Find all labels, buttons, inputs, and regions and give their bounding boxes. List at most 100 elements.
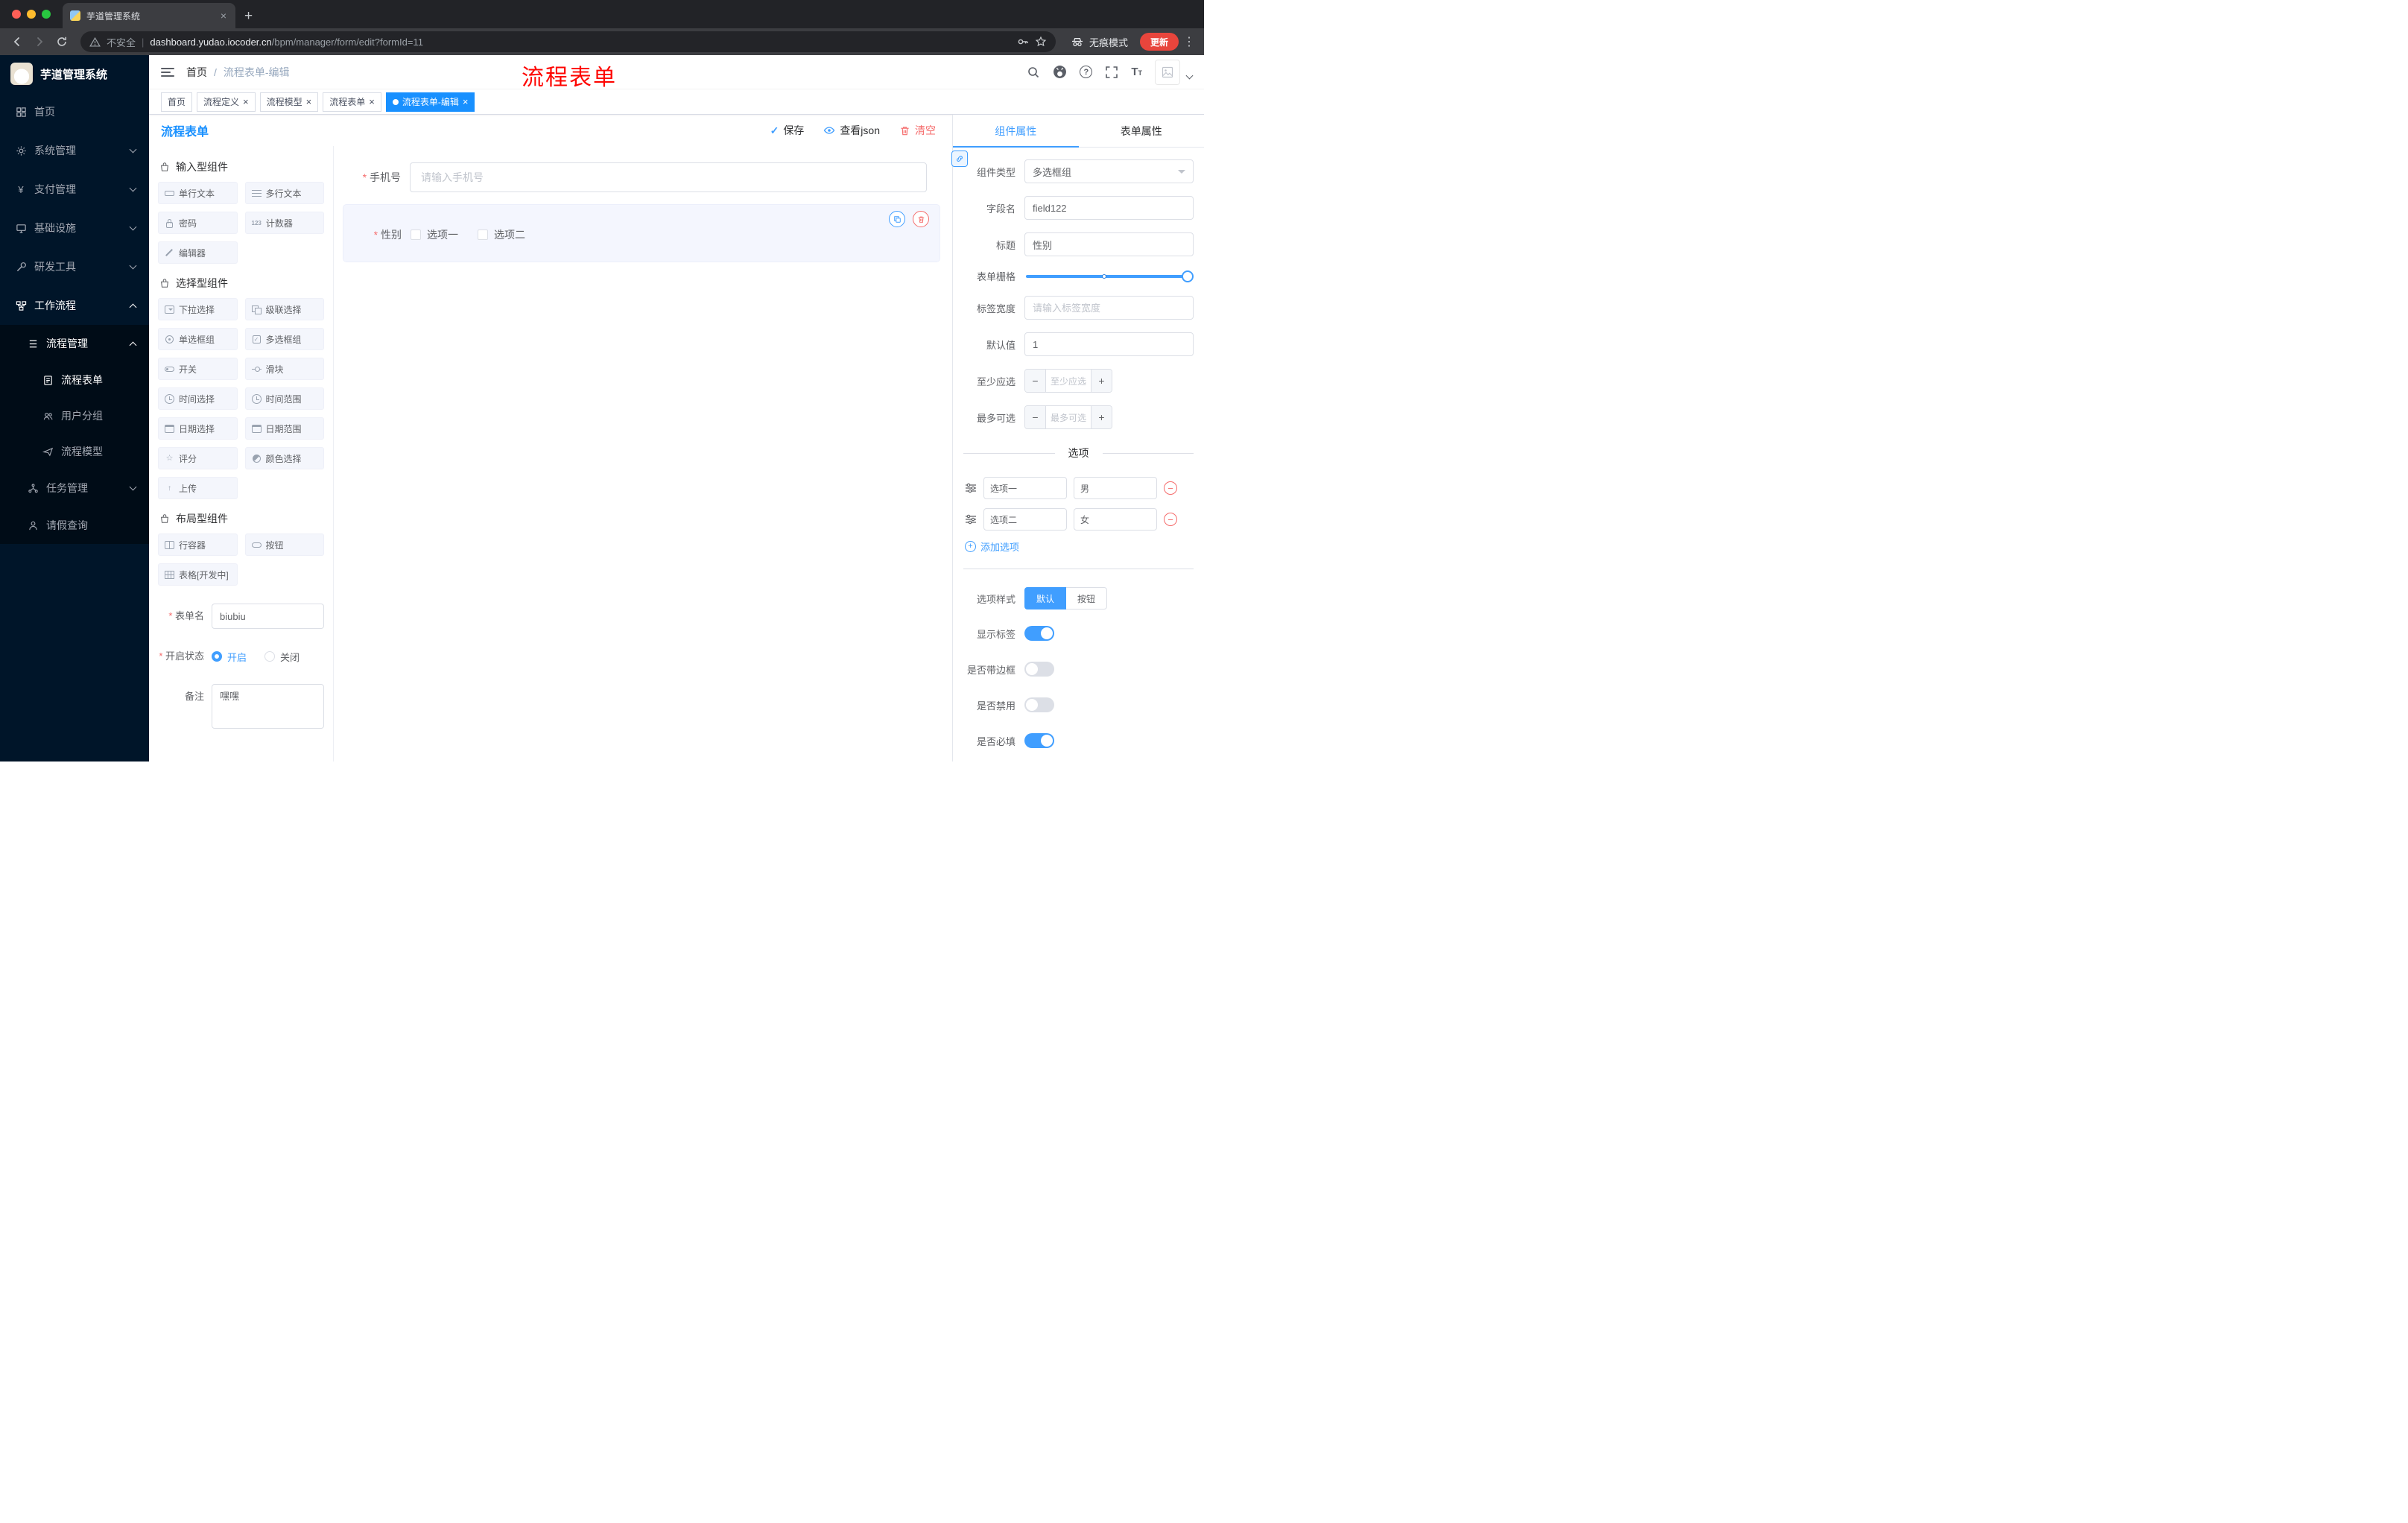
tag-close-icon[interactable]: × (463, 97, 469, 107)
default-value-input[interactable] (1024, 332, 1194, 356)
browser-tab[interactable]: 芋道管理系统 × (63, 3, 235, 28)
tag-close-icon[interactable]: × (306, 97, 312, 107)
field-name-input[interactable] (1024, 196, 1194, 220)
sidebar-item-task-mgmt[interactable]: 任务管理 (0, 469, 149, 507)
component-radio-group[interactable]: 单选框组 (158, 328, 238, 350)
gender-option-1-checkbox[interactable]: 选项一 (411, 227, 458, 242)
tab-close-icon[interactable]: × (219, 10, 228, 22)
browser-menu-icon[interactable]: ⋮ (1182, 34, 1197, 49)
decrease-button[interactable]: − (1025, 370, 1046, 392)
sidebar-item-workflow[interactable]: 工作流程 (0, 286, 149, 325)
option-value-input[interactable] (1074, 508, 1157, 531)
delete-field-button[interactable] (913, 211, 929, 227)
border-switch[interactable] (1024, 662, 1054, 677)
tag-process-form-edit[interactable]: 流程表单-编辑 × (385, 92, 475, 112)
min-select-value[interactable]: 至少应选 (1046, 370, 1091, 392)
option-label-input[interactable] (983, 508, 1067, 531)
component-single-line-text[interactable]: 单行文本 (158, 182, 238, 204)
slider-handle[interactable] (1182, 270, 1194, 282)
tag-close-icon[interactable]: × (243, 97, 249, 107)
component-upload[interactable]: ↑ 上传 (158, 477, 238, 499)
status-off-radio[interactable]: 关闭 (264, 650, 300, 664)
tab-component-props[interactable]: 组件属性 (953, 115, 1079, 148)
tag-process-form[interactable]: 流程表单 × (323, 92, 381, 112)
drag-handle-icon[interactable] (965, 514, 977, 525)
component-slider[interactable]: 滑块 (244, 358, 324, 380)
required-switch[interactable] (1024, 733, 1054, 748)
save-button[interactable]: ✓ 保存 (770, 123, 805, 138)
style-button-button[interactable]: 按钮 (1065, 587, 1108, 609)
bookmark-star-icon[interactable] (1035, 36, 1047, 48)
avatar[interactable] (1155, 59, 1180, 85)
option-label-input[interactable] (983, 477, 1067, 499)
component-row-container[interactable]: 行容器 (158, 533, 238, 556)
sidebar-item-payment[interactable]: ¥ 支付管理 (0, 170, 149, 209)
component-button[interactable]: 按钮 (244, 533, 324, 556)
add-option-button[interactable]: + 添加选项 (965, 539, 1194, 554)
font-size-icon[interactable]: TT (1131, 66, 1142, 78)
component-select[interactable]: 下拉选择 (158, 298, 238, 320)
link-icon[interactable] (951, 151, 968, 167)
close-window-button[interactable] (12, 10, 21, 19)
sidebar-item-system[interactable]: 系统管理 (0, 131, 149, 170)
app-logo-row[interactable]: 芋道管理系统 (0, 55, 149, 92)
label-width-input[interactable] (1024, 296, 1194, 320)
component-switch[interactable]: 开关 (158, 358, 238, 380)
view-json-button[interactable]: 查看json (823, 123, 880, 138)
component-time-range[interactable]: 时间范围 (244, 387, 324, 410)
component-password[interactable]: 密码 (158, 212, 238, 234)
address-bar[interactable]: 不安全 | dashboard.yudao.iocoder.cn/bpm/man… (80, 31, 1056, 52)
password-key-icon[interactable] (1017, 36, 1029, 48)
tag-process-model[interactable]: 流程模型 × (259, 92, 319, 112)
component-time-picker[interactable]: 时间选择 (158, 387, 238, 410)
clear-button[interactable]: 清空 (899, 123, 936, 138)
copy-field-button[interactable] (889, 211, 905, 227)
reload-button[interactable] (52, 32, 72, 51)
disabled-switch[interactable] (1024, 697, 1054, 712)
grid-slider[interactable] (1026, 270, 1194, 282)
fullscreen-icon[interactable] (1105, 66, 1118, 79)
gender-option-2-checkbox[interactable]: 选项二 (478, 227, 525, 242)
tag-close-icon[interactable]: × (369, 97, 375, 107)
style-default-button[interactable]: 默认 (1024, 587, 1067, 609)
form-name-input[interactable] (212, 604, 324, 629)
option-value-input[interactable] (1074, 477, 1157, 499)
breadcrumb-home[interactable]: 首页 (186, 65, 207, 80)
sidebar-item-user-group[interactable]: 用户分组 (0, 398, 149, 434)
sidebar-item-home[interactable]: 首页 (0, 92, 149, 131)
sidebar-item-leave-query[interactable]: 请假查询 (0, 507, 149, 544)
new-tab-button[interactable]: + (244, 9, 253, 23)
component-checkbox-group[interactable]: 多选框组 (244, 328, 324, 350)
component-type-select[interactable]: 多选框组 (1024, 159, 1194, 183)
form-remark-textarea[interactable]: 嘿嘿 (212, 684, 324, 729)
component-multi-line-text[interactable]: 多行文本 (244, 182, 324, 204)
field-gender-selected[interactable]: 性别 选项一 选项二 (343, 204, 940, 262)
browser-update-button[interactable]: 更新 (1139, 33, 1179, 51)
component-table[interactable]: 表格[开发中] (158, 563, 238, 586)
status-on-radio[interactable]: 开启 (212, 650, 247, 664)
sidebar-item-process-model[interactable]: 流程模型 (0, 434, 149, 469)
component-date-picker[interactable]: 日期选择 (158, 417, 238, 440)
show-label-switch[interactable] (1024, 626, 1054, 641)
search-icon[interactable] (1027, 66, 1040, 79)
forward-button[interactable] (30, 32, 49, 51)
component-counter[interactable]: 123 计数器 (244, 212, 324, 234)
title-input[interactable] (1024, 232, 1194, 256)
tag-process-definition[interactable]: 流程定义 × (197, 92, 256, 112)
help-icon[interactable]: ? (1080, 66, 1093, 78)
github-icon[interactable] (1053, 65, 1067, 79)
back-button[interactable] (7, 32, 27, 51)
decrease-button[interactable]: − (1025, 406, 1046, 428)
increase-button[interactable]: + (1091, 370, 1112, 392)
tab-form-props[interactable]: 表单属性 (1079, 115, 1205, 147)
drag-handle-icon[interactable] (965, 483, 977, 493)
phone-input[interactable] (410, 162, 927, 192)
increase-button[interactable]: + (1091, 406, 1112, 428)
component-rate[interactable]: ☆ 评分 (158, 447, 238, 469)
sidebar-item-process-form[interactable]: 流程表单 (0, 362, 149, 398)
component-color-picker[interactable]: 颜色选择 (244, 447, 324, 469)
tag-home[interactable]: 首页 (161, 92, 193, 112)
remove-option-button[interactable]: − (1164, 513, 1177, 526)
sidebar-item-infra[interactable]: 基础设施 (0, 209, 149, 247)
sidebar-item-devtools[interactable]: 研发工具 (0, 247, 149, 286)
